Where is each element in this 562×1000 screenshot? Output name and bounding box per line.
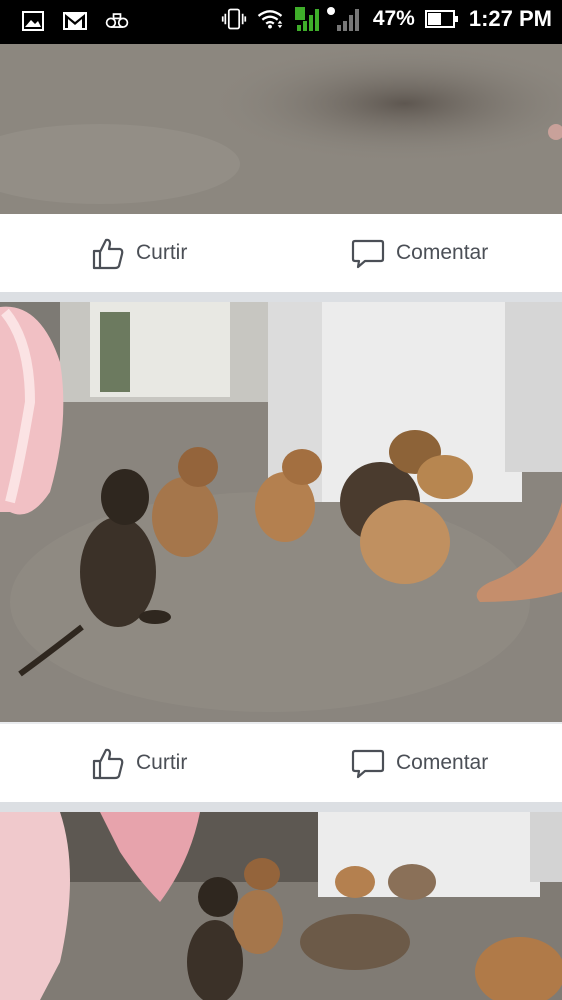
voicemail-icon [104, 8, 130, 34]
comment-label: Comentar [396, 241, 489, 264]
thumbs-up-icon [90, 745, 126, 781]
like-button[interactable]: Curtir [90, 214, 187, 292]
like-button[interactable]: Curtir [90, 724, 187, 802]
comment-button[interactable]: Comentar [350, 214, 488, 292]
post-photo[interactable] [0, 44, 562, 214]
comment-label: Comentar [396, 751, 489, 774]
wifi-icon [257, 6, 283, 32]
post-photo[interactable] [0, 302, 562, 722]
comment-button[interactable]: Comentar [350, 724, 488, 802]
clock: 1:27 PM [468, 6, 552, 31]
vibrate-icon [221, 6, 247, 32]
thumbs-up-icon [90, 235, 126, 271]
battery-percent: 47% [372, 7, 415, 30]
post-separator [0, 292, 562, 302]
status-bar: 47% 1:27 PM [0, 0, 562, 44]
speech-bubble-icon [350, 745, 386, 781]
post-action-bar: Curtir Comentar [0, 724, 562, 802]
speech-bubble-icon [350, 235, 386, 271]
gallery-icon [20, 8, 46, 34]
post-photo[interactable] [0, 812, 562, 1000]
gmail-icon [62, 8, 88, 34]
like-label: Curtir [136, 751, 188, 774]
like-label: Curtir [136, 241, 188, 264]
post-separator [0, 802, 562, 812]
post-action-bar: Curtir Comentar [0, 214, 562, 292]
battery-icon [424, 6, 459, 32]
cell-signal-icon [293, 6, 363, 32]
